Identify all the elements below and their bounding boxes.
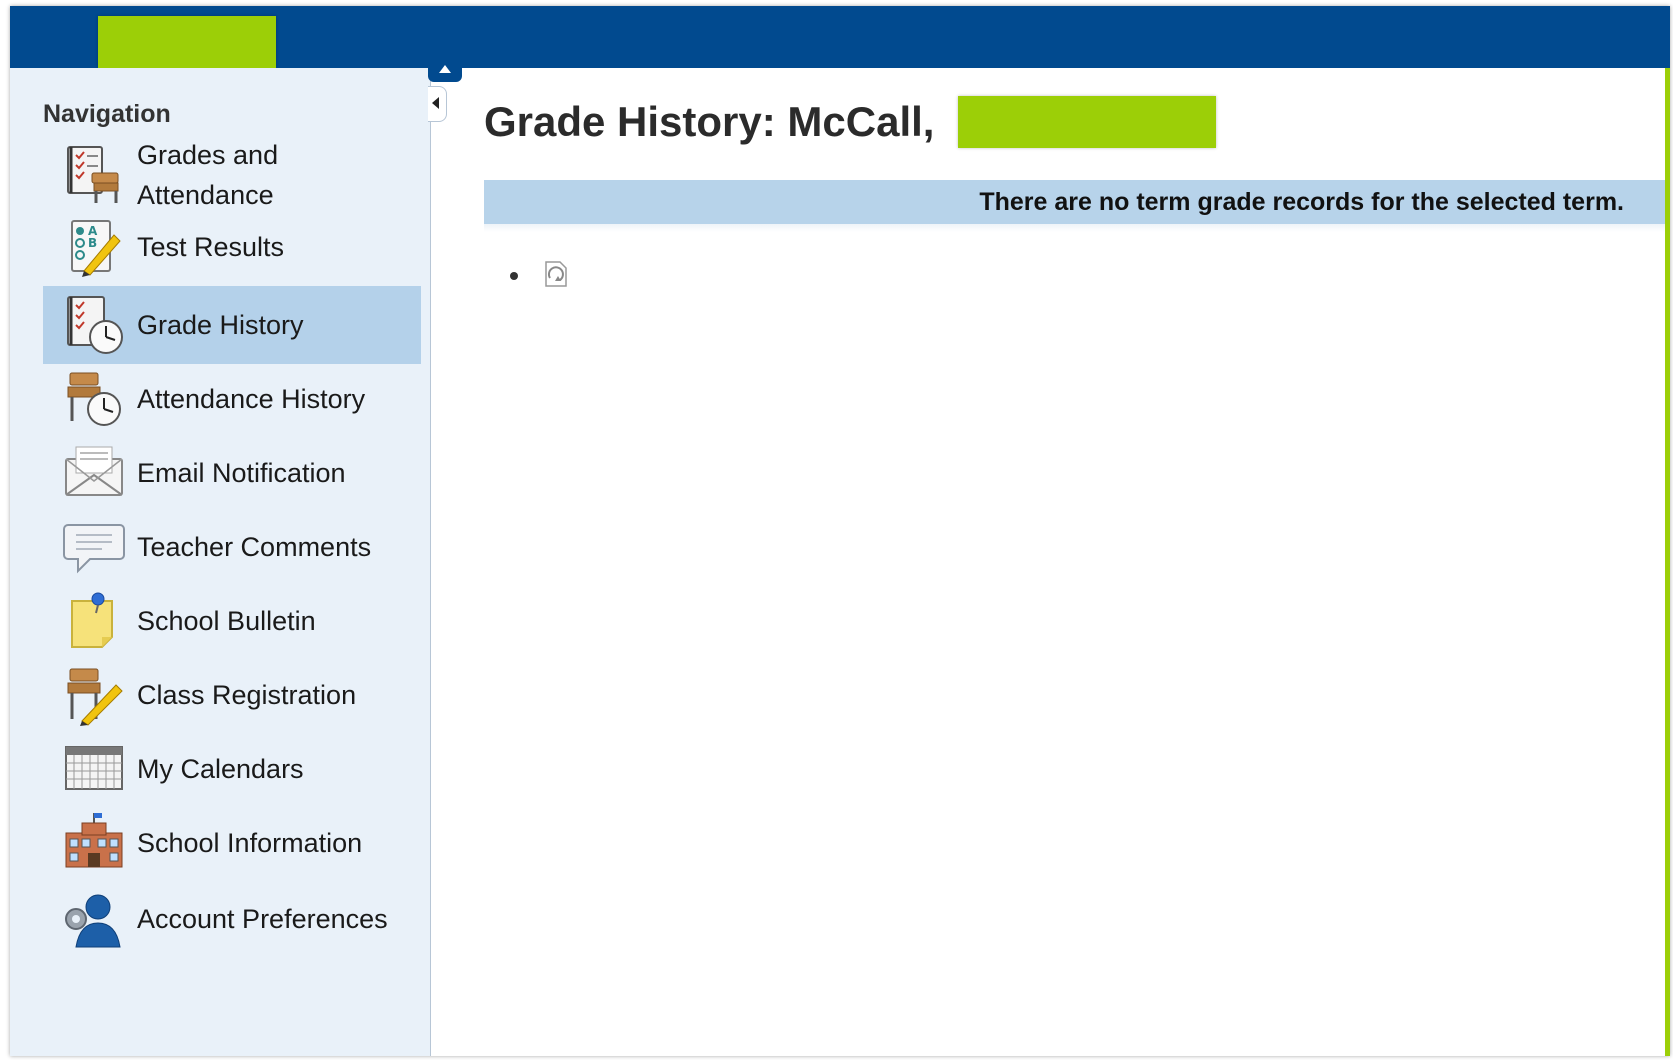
navigation-sidebar: Navigation Grades and Attendance A B Tes… <box>10 68 431 1056</box>
sidebar-item-teacher-comments[interactable]: Teacher Comments <box>43 508 421 586</box>
class-registration-icon <box>59 663 129 727</box>
sidebar-item-label: School Bulletin <box>137 606 316 636</box>
test-results-icon: A B <box>59 215 129 279</box>
sidebar-item-label: Grade History <box>137 310 304 340</box>
sidebar-item-label: Class Registration <box>137 680 357 710</box>
app-window: Navigation Grades and Attendance A B Tes… <box>10 6 1670 1056</box>
sidebar-item-label: Grades and <box>137 140 279 170</box>
sidebar-item-class-registration[interactable]: Class Registration <box>43 656 421 734</box>
bullet-icon <box>510 271 518 280</box>
sidebar-item-label: Email Notification <box>137 458 346 488</box>
list-item <box>510 256 570 295</box>
header-bar <box>10 6 1670 68</box>
speech-bubble-icon <box>59 515 129 579</box>
notice-divider <box>484 224 1670 232</box>
grade-history-icon <box>59 293 129 357</box>
sidebar-item-my-calendars[interactable]: My Calendars <box>43 730 421 808</box>
notice-bar: There are no term grade records for the … <box>484 180 1670 224</box>
sidebar-item-label: School Information <box>137 828 363 858</box>
user-gear-icon <box>59 887 129 951</box>
main-content: Grade History: McCall, There are no term… <box>432 68 1670 1056</box>
navigation-heading: Navigation <box>43 100 171 128</box>
bulletin-note-icon <box>59 589 129 653</box>
sidebar-item-label: My Calendars <box>137 754 304 784</box>
sidebar-item-label: Teacher Comments <box>137 532 372 562</box>
svg-text:B: B <box>88 236 97 250</box>
redacted-student-name <box>958 96 1216 148</box>
attendance-history-icon <box>59 367 129 431</box>
redacted-edge <box>1665 68 1670 1056</box>
sidebar-item-attendance-history[interactable]: Attendance History <box>43 360 421 438</box>
grades-attendance-icon <box>59 143 129 207</box>
sidebar-item-grade-history[interactable]: Grade History <box>43 286 421 364</box>
page-title: Grade History: McCall, <box>484 98 935 145</box>
email-envelope-icon <box>59 441 129 505</box>
sidebar-item-test-results[interactable]: A B Test Results <box>43 212 421 282</box>
sidebar-item-label: Test Results <box>137 232 285 262</box>
sidebar-item-label: Account Preferences <box>137 904 388 934</box>
sidebar-item-email-notification[interactable]: Email Notification <box>43 434 421 512</box>
sidebar-item-label: Attendance <box>137 180 274 210</box>
sidebar-item-grades-and-attendance[interactable]: Grades and Attendance <box>43 130 421 220</box>
no-records-message: There are no term grade records for the … <box>979 187 1624 216</box>
sidebar-item-account-preferences[interactable]: Account Preferences <box>43 878 421 960</box>
broken-image-icon[interactable] <box>540 256 570 295</box>
sidebar-item-label: Attendance History <box>137 384 366 414</box>
calendar-icon <box>59 737 129 801</box>
sidebar-item-school-information[interactable]: School Information <box>43 804 421 882</box>
school-building-icon <box>59 811 129 875</box>
redacted-logo <box>98 16 276 68</box>
sidebar-item-school-bulletin[interactable]: School Bulletin <box>43 582 421 660</box>
